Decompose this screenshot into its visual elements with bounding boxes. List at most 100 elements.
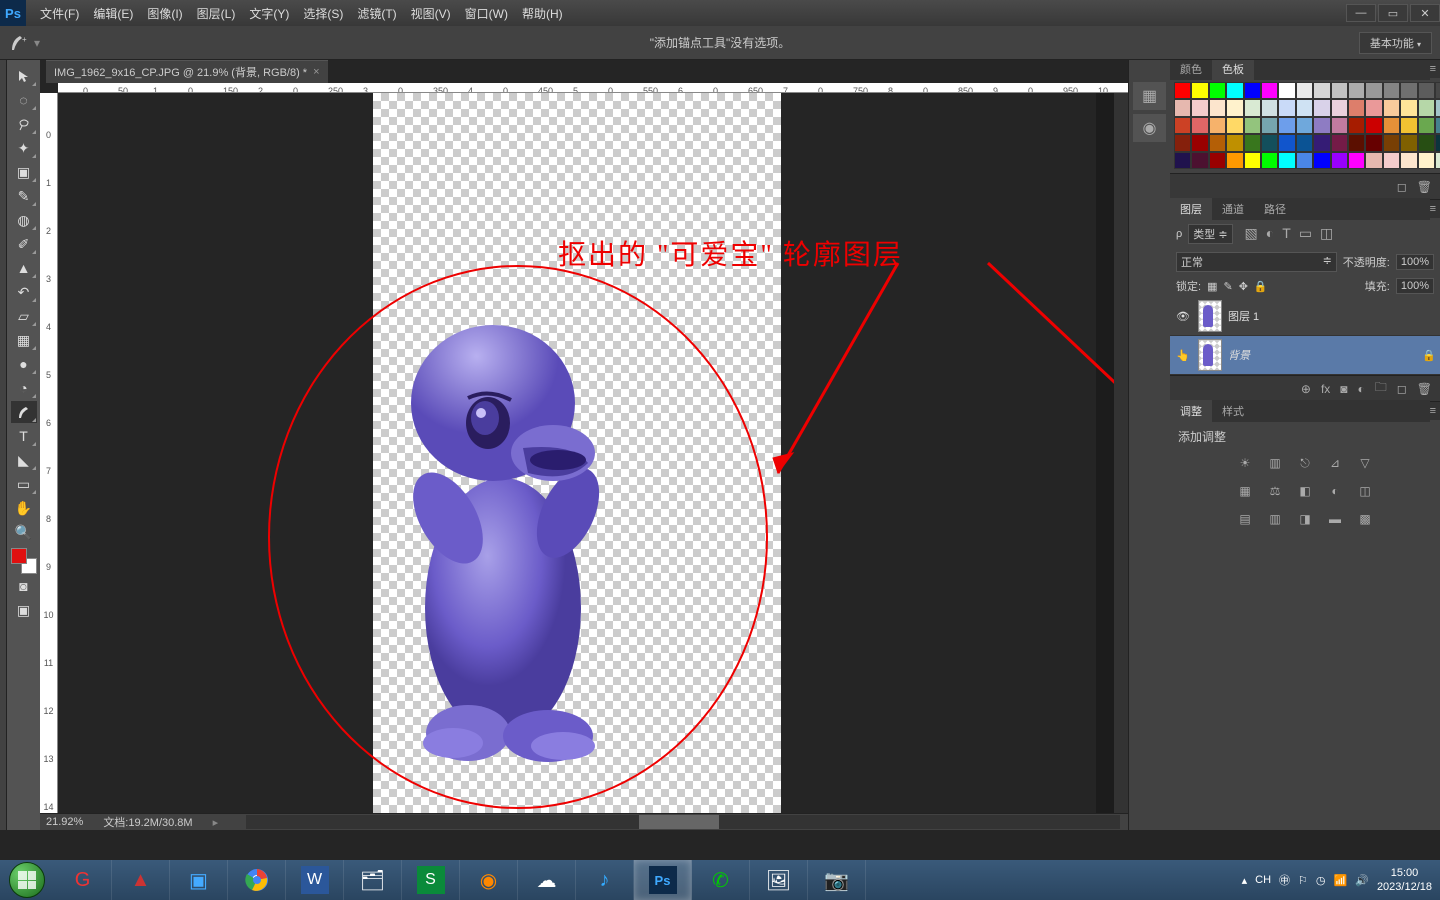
history-brush-tool[interactable]: ↶ xyxy=(11,281,37,303)
filter-adjust-icon[interactable]: ◐ xyxy=(1266,225,1274,242)
menu-edit[interactable]: 编辑(E) xyxy=(87,2,139,25)
swatch[interactable] xyxy=(1244,152,1261,169)
swatch[interactable] xyxy=(1418,82,1435,99)
menu-help[interactable]: 帮助(H) xyxy=(516,2,569,25)
layer-item-background[interactable]: 👆 背景 🔒 xyxy=(1170,336,1440,375)
clock[interactable]: 15:002023/12/18 xyxy=(1377,866,1432,895)
taskbar-explorer[interactable]: 🗂 xyxy=(344,860,402,900)
swatch[interactable] xyxy=(1209,82,1226,99)
posterize-icon[interactable]: ▥ xyxy=(1265,509,1285,529)
workspace-switcher[interactable]: 基本功能 ▾ xyxy=(1359,32,1432,54)
swatch[interactable] xyxy=(1313,99,1330,116)
foreground-color[interactable] xyxy=(11,548,27,564)
swatch[interactable] xyxy=(1278,117,1295,134)
swatch[interactable] xyxy=(1278,99,1295,116)
taskbar-app-8[interactable]: ◉ xyxy=(460,860,518,900)
taskbar-app-3[interactable]: ▣ xyxy=(170,860,228,900)
swatch[interactable] xyxy=(1313,134,1330,151)
scrollbar-vertical[interactable] xyxy=(1114,93,1128,813)
swatch[interactable] xyxy=(1331,117,1348,134)
swatch[interactable] xyxy=(1226,134,1243,151)
hue-icon[interactable]: ▦ xyxy=(1235,481,1255,501)
group-icon[interactable]: 🗀 xyxy=(1375,378,1387,399)
eyedropper-tool[interactable]: ✎ xyxy=(11,185,37,207)
pen-add-anchor-icon[interactable]: + xyxy=(8,32,30,54)
adjustment-layer-icon[interactable]: ◐ xyxy=(1358,382,1365,396)
menu-layer[interactable]: 图层(L) xyxy=(191,2,242,25)
swatch[interactable] xyxy=(1365,99,1382,116)
swatch[interactable] xyxy=(1296,152,1313,169)
link-layers-icon[interactable]: ⊕ xyxy=(1301,382,1311,396)
collapsed-panel-icon-2[interactable]: ◉ xyxy=(1133,114,1166,142)
filter-type-icon[interactable]: T xyxy=(1282,225,1291,242)
swatch[interactable] xyxy=(1244,99,1261,116)
swatch[interactable] xyxy=(1261,152,1278,169)
swatch[interactable] xyxy=(1383,152,1400,169)
shape-tool[interactable]: ▭ xyxy=(11,473,37,495)
taskbar-photoshop[interactable]: Ps xyxy=(634,860,692,900)
layer-name[interactable]: 背景 xyxy=(1228,347,1416,363)
action-center-icon[interactable]: ⚐ xyxy=(1298,874,1308,887)
swatch[interactable] xyxy=(1400,152,1417,169)
blend-mode-select[interactable]: 正常≑ xyxy=(1176,252,1337,272)
fill-input[interactable]: 100% xyxy=(1396,278,1434,294)
swatch[interactable] xyxy=(1174,134,1191,151)
menu-view[interactable]: 视图(V) xyxy=(405,2,457,25)
swatch[interactable] xyxy=(1226,99,1243,116)
photo-filter-icon[interactable]: ◐ xyxy=(1325,481,1345,501)
bw-icon[interactable]: ◧ xyxy=(1295,481,1315,501)
maximize-button[interactable]: ▭ xyxy=(1378,4,1408,22)
swatch[interactable] xyxy=(1174,99,1191,116)
swatch[interactable] xyxy=(1348,134,1365,151)
crop-tool[interactable]: ▣ xyxy=(11,161,37,183)
brightness-icon[interactable]: ☀ xyxy=(1235,453,1255,473)
exposure-icon[interactable]: ⊿ xyxy=(1325,453,1345,473)
swatch[interactable] xyxy=(1244,134,1261,151)
tray-process-icon[interactable]: ◷ xyxy=(1316,874,1326,887)
swatch[interactable] xyxy=(1174,152,1191,169)
delete-swatch-icon[interactable]: 🗑 xyxy=(1417,180,1432,194)
swatch[interactable] xyxy=(1174,117,1191,134)
swatch[interactable] xyxy=(1348,117,1365,134)
eraser-tool[interactable]: ▱ xyxy=(11,305,37,327)
swatch[interactable] xyxy=(1226,82,1243,99)
blur-tool[interactable]: ● xyxy=(11,353,37,375)
swatch[interactable] xyxy=(1400,82,1417,99)
stamp-tool[interactable]: ▲ xyxy=(11,257,37,279)
menu-window[interactable]: 窗口(W) xyxy=(459,2,514,25)
new-layer-icon[interactable]: ◻ xyxy=(1397,382,1407,396)
swatch[interactable] xyxy=(1348,82,1365,99)
collapsed-panel-icon-1[interactable]: ▦ xyxy=(1133,82,1166,110)
swatch[interactable] xyxy=(1383,99,1400,116)
vibrance-icon[interactable]: ▽ xyxy=(1355,453,1375,473)
swatch[interactable] xyxy=(1278,134,1295,151)
quick-mask-icon[interactable]: ◙ xyxy=(11,575,37,597)
minimize-button[interactable]: — xyxy=(1346,4,1376,22)
ime-icon[interactable]: ㊥ xyxy=(1279,872,1290,888)
layer-name[interactable]: 图层 1 xyxy=(1228,308,1436,324)
lock-transparency-icon[interactable]: ▦ xyxy=(1207,280,1217,293)
opacity-input[interactable]: 100% xyxy=(1396,254,1434,270)
panel-menu-icon[interactable]: ≡ xyxy=(1430,203,1436,215)
tab-color[interactable]: 颜色 xyxy=(1170,58,1212,80)
swatch[interactable] xyxy=(1191,117,1208,134)
swatch[interactable] xyxy=(1261,117,1278,134)
layer-fx-icon[interactable]: fx xyxy=(1321,382,1330,396)
swatch[interactable] xyxy=(1278,82,1295,99)
swatch[interactable] xyxy=(1191,99,1208,116)
hand-tool[interactable]: ✋ xyxy=(11,497,37,519)
lock-all-icon[interactable]: 🔒 xyxy=(1254,280,1268,293)
swatch[interactable] xyxy=(1209,99,1226,116)
swatch[interactable] xyxy=(1209,117,1226,134)
balance-icon[interactable]: ⚖ xyxy=(1265,481,1285,501)
ime-indicator[interactable]: CH xyxy=(1255,874,1271,886)
swatch[interactable] xyxy=(1383,117,1400,134)
marquee-tool[interactable]: ◌ xyxy=(11,89,37,111)
menu-type[interactable]: 文字(Y) xyxy=(243,2,295,25)
menu-image[interactable]: 图像(I) xyxy=(141,2,188,25)
swatch[interactable] xyxy=(1209,134,1226,151)
taskbar-app-12[interactable]: ✆ xyxy=(692,860,750,900)
swatch[interactable] xyxy=(1296,99,1313,116)
filter-smart-icon[interactable]: ◫ xyxy=(1320,225,1333,242)
canvas-viewport[interactable]: 抠出的 "可爱宝" 轮廓图层 xyxy=(58,93,1128,813)
